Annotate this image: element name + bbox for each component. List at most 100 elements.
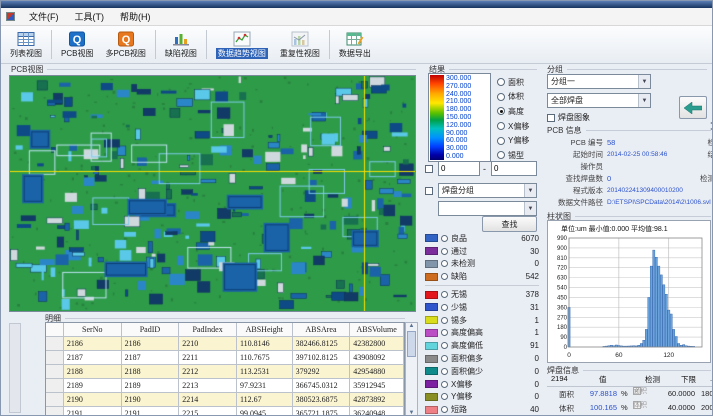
row-selector[interactable]	[46, 351, 64, 365]
radio-icon[interactable]	[441, 304, 448, 311]
radio-icon[interactable]	[441, 248, 448, 255]
result-item-缺陷[interactable]: 缺陷542	[425, 270, 539, 283]
radio-icon[interactable]	[497, 137, 505, 145]
pad-image-checkbox-label: 焊盘图象	[558, 112, 590, 123]
table-row[interactable]: 218621862210110.8146382466.812542382800	[46, 337, 404, 351]
info-panel: 分组 分组一 ▼ 全部焊盘 ▼ 焊盘图象 PCB 信息 PCB 编号58检起始时…	[547, 64, 713, 415]
scroll-down-icon[interactable]: ▼	[409, 410, 415, 416]
table-cell: 43908092	[350, 351, 404, 365]
toolbar-button-defect-view[interactable]: 缺陷视图	[159, 27, 203, 62]
row-selector[interactable]	[46, 407, 64, 416]
radio-icon[interactable]	[441, 291, 448, 298]
radio-icon[interactable]	[441, 355, 448, 362]
group-dropdown[interactable]: 分组一 ▼	[547, 74, 651, 89]
pad-group-dropdown[interactable]: 焊盘分组 ▼	[438, 183, 537, 198]
result-item-短路[interactable]: 短路40	[425, 403, 539, 416]
toolbar-button-repeat-view[interactable]: 重复性视图	[274, 27, 326, 62]
metric-option-Y偏移[interactable]: Y偏移	[497, 133, 529, 148]
range-from-input[interactable]	[438, 161, 480, 176]
column-header-ABSVolume[interactable]: ABSVolume	[350, 323, 404, 337]
radio-icon[interactable]	[497, 122, 505, 130]
result-item-X偏移[interactable]: X偏移0	[425, 378, 539, 391]
table-cell: 2189	[64, 379, 122, 393]
secondary-dropdown[interactable]: ▼	[438, 201, 537, 216]
scrollbar-thumb[interactable]	[407, 331, 416, 357]
svg-text:900: 900	[557, 246, 568, 252]
column-header-PadIndex[interactable]: PadIndex	[179, 323, 237, 337]
result-item-Y偏移[interactable]: Y偏移0	[425, 391, 539, 404]
detail-table-scrollbar[interactable]: ▲ ▼	[405, 322, 418, 416]
result-item-高度偏高[interactable]: 高度偏高1	[425, 327, 539, 340]
radio-icon[interactable]	[497, 78, 505, 86]
radio-icon[interactable]	[441, 329, 448, 336]
back-button[interactable]	[679, 96, 707, 119]
table-cell: 110.7675	[237, 351, 293, 365]
column-header-ABSHeight[interactable]: ABSHeight	[237, 323, 293, 337]
toolbar-button-list-view[interactable]: 列表视图	[4, 27, 48, 62]
radio-icon[interactable]	[497, 93, 505, 101]
result-item-少锡[interactable]: 少锡31	[425, 301, 539, 314]
result-item-面积偏多[interactable]: 面积偏多0	[425, 352, 539, 365]
table-row[interactable]: 219021902214112.67380523.687542873892	[46, 393, 404, 407]
radio-icon[interactable]	[441, 273, 448, 280]
radio-icon[interactable]	[441, 406, 448, 413]
metric-option-X偏移[interactable]: X偏移	[497, 119, 529, 134]
result-item-高度偏低[interactable]: 高度偏低91	[425, 339, 539, 352]
result-item-面积偏少[interactable]: 面积偏少0	[425, 365, 539, 378]
row-selector[interactable]	[46, 337, 64, 351]
radio-icon[interactable]	[441, 393, 448, 400]
toolbar-button-data-export[interactable]: 数据导出	[333, 27, 377, 62]
radio-icon[interactable]	[441, 235, 448, 242]
table-row[interactable]: 218821882212113.253137929242954880	[46, 365, 404, 379]
menu-item-file[interactable]: 文件(F)	[21, 10, 67, 24]
column-header-ABSArea[interactable]: ABSArea	[293, 323, 351, 337]
menu-item-tools[interactable]: 工具(T)	[67, 10, 113, 24]
range-filter-checkbox[interactable]	[425, 165, 433, 173]
metric-option-体积[interactable]: 体积	[497, 90, 529, 105]
radio-icon[interactable]	[441, 260, 448, 267]
pads-dropdown[interactable]: 全部焊盘 ▼	[547, 93, 651, 108]
color-scale: 300.000270.000240.000210.000180.000150.0…	[428, 73, 491, 162]
pad-image-checkbox-row[interactable]: 焊盘图象	[547, 112, 590, 123]
radio-icon[interactable]	[441, 317, 448, 324]
pcb-canvas[interactable]	[10, 76, 415, 311]
result-item-良品[interactable]: 良品6070	[425, 232, 539, 245]
table-row[interactable]: 21912191221599.0945365721.187536240948	[46, 407, 404, 416]
result-item-未检测[interactable]: 未检测0	[425, 258, 539, 271]
chevron-down-icon: ▼	[638, 75, 650, 88]
pad-image-checkbox[interactable]	[547, 114, 555, 122]
pcb-image-view[interactable]	[9, 75, 416, 312]
result-item-无锡[interactable]: 无锡378	[425, 288, 539, 301]
result-item-通过[interactable]: 通过30	[425, 245, 539, 258]
column-header-PadID[interactable]: PadID	[122, 323, 180, 337]
pad-metric-extra: 200.	[701, 403, 713, 412]
radio-icon[interactable]	[441, 368, 448, 375]
result-item-锡多[interactable]: 锡多1	[425, 314, 539, 327]
radio-icon[interactable]	[497, 107, 505, 115]
title-bar[interactable]	[1, 1, 712, 8]
table-row[interactable]: 21892189221397.9231366745.031235912945	[46, 379, 404, 393]
metric-option-面积[interactable]: 面积	[497, 75, 529, 90]
row-selector[interactable]	[46, 379, 64, 393]
table-cell: 42954880	[350, 365, 404, 379]
range-to-input[interactable]	[491, 161, 537, 176]
row-selector[interactable]	[46, 365, 64, 379]
search-button[interactable]: 查找	[482, 216, 537, 232]
color-chip	[425, 291, 438, 299]
toolbar-button-pcb-view[interactable]: QPCB视图	[55, 27, 99, 62]
column-header-SerNo[interactable]: SerNo	[64, 323, 122, 337]
toolbar-button-data-trend-view[interactable]: 数据趋势视图	[210, 27, 274, 62]
radio-icon[interactable]	[441, 381, 448, 388]
radio-icon[interactable]	[441, 342, 448, 349]
row-selector[interactable]	[46, 393, 64, 407]
radio-icon[interactable]	[497, 151, 505, 159]
scroll-up-icon[interactable]: ▲	[409, 323, 415, 329]
table-cell: 110.8146	[237, 337, 293, 351]
metric-option-高度[interactable]: 高度	[497, 104, 529, 119]
svg-text:60: 60	[615, 352, 623, 359]
pad-group-checkbox[interactable]	[425, 187, 433, 195]
toolbar-button-multi-pcb-view[interactable]: Q多PCB视图	[99, 27, 151, 62]
table-row[interactable]: 218721872211110.7675397102.812543908092	[46, 351, 404, 365]
menu-item-help[interactable]: 帮助(H)	[112, 10, 159, 24]
color-chip	[425, 355, 438, 363]
